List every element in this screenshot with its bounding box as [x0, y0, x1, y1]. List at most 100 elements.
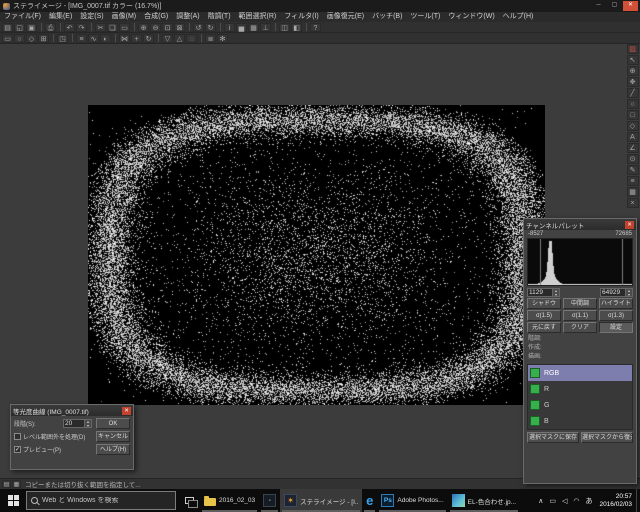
marker-tool-icon[interactable]: ⊙: [627, 154, 639, 164]
pan-tool-icon[interactable]: ✥: [627, 77, 639, 87]
shadow-level-spinner[interactable]: ▴ ▾: [553, 288, 560, 297]
crop-icon[interactable]: ◳: [57, 34, 68, 43]
rotate-right-icon[interactable]: ↻: [205, 23, 216, 32]
shadow-level-input[interactable]: [527, 288, 553, 297]
task-edge[interactable]: e: [362, 489, 377, 512]
spin-down-icon[interactable]: ▾: [553, 293, 559, 297]
spin-down-icon[interactable]: ▾: [85, 424, 91, 428]
channel-color-swatch[interactable]: [530, 384, 540, 394]
select-rect-icon[interactable]: ▭: [2, 34, 13, 43]
copy-icon[interactable]: ❏: [107, 23, 118, 32]
align-icon[interactable]: +: [131, 34, 142, 43]
task-view-button[interactable]: [178, 489, 200, 512]
pointer-tool-icon[interactable]: ↖: [627, 55, 639, 65]
menu-tools[interactable]: ツール(T): [406, 12, 444, 22]
task-photoshop[interactable]: Ps Adobe Photos...: [377, 489, 447, 512]
ok-button[interactable]: OK: [96, 418, 130, 429]
highlight-level-input[interactable]: [600, 288, 626, 297]
cut-icon[interactable]: ✂: [95, 23, 106, 32]
settings-tab-button[interactable]: 設定: [599, 322, 633, 333]
channel-palette-titlebar[interactable]: チャンネルパレット ✕: [524, 219, 636, 230]
channel-row-r[interactable]: R: [528, 381, 632, 397]
palette-toggle-icon[interactable]: ▨: [627, 44, 639, 54]
composite-icon[interactable]: ⋈: [119, 34, 130, 43]
menu-filter[interactable]: フィルタ(I): [280, 12, 322, 22]
revert-button[interactable]: 元に戻す: [527, 322, 561, 333]
zoom-tool-icon[interactable]: ⊕: [627, 66, 639, 76]
clear-button[interactable]: クリア: [563, 322, 597, 333]
blur-icon[interactable]: ◌: [186, 34, 197, 43]
channel-row-b[interactable]: B: [528, 413, 632, 429]
rect-tool-icon[interactable]: □: [627, 110, 639, 120]
select-ellipse-icon[interactable]: ○: [14, 34, 25, 43]
highlight-level-spinner[interactable]: ▴ ▾: [626, 288, 633, 297]
selection-info-icon[interactable]: ▦: [12, 480, 21, 488]
select-all-icon[interactable]: ⊞: [38, 34, 49, 43]
volume-icon[interactable]: ◁: [559, 497, 570, 505]
highlight-button[interactable]: ハイライト: [599, 298, 633, 309]
rotate-icon[interactable]: ↻: [143, 34, 154, 43]
help-button[interactable]: ヘルプ(H): [96, 444, 130, 455]
paste-icon[interactable]: ▭: [119, 23, 130, 32]
line-tool-icon[interactable]: ╱: [627, 88, 639, 98]
rotate-left-icon[interactable]: ↺: [193, 23, 204, 32]
task-explorer[interactable]: 2016_02_03: [200, 489, 259, 512]
open-file-icon[interactable]: ◱: [14, 23, 25, 32]
menu-image[interactable]: 画像(M): [108, 12, 141, 22]
zoom-in-icon[interactable]: ⊕: [138, 23, 149, 32]
clipboard-icon[interactable]: ▤: [2, 480, 11, 488]
midtone-button[interactable]: 中間調: [563, 298, 597, 309]
sigma-1-1-button[interactable]: σ(1.1): [563, 310, 597, 321]
restore-from-mask-button[interactable]: 選択マスクから復元: [581, 432, 633, 443]
task-image-viewer[interactable]: ▪: [259, 489, 280, 512]
redo-icon[interactable]: ↷: [76, 23, 87, 32]
sigma-1-3-button[interactable]: σ(1.3): [599, 310, 633, 321]
close-tool-icon[interactable]: ×: [627, 198, 639, 208]
maximize-icon[interactable]: ▢: [607, 1, 622, 11]
tray-expand-icon[interactable]: ∧: [535, 497, 546, 505]
help-icon[interactable]: ?: [310, 23, 321, 32]
taskbar-clock[interactable]: 20:57 2016/02/03: [595, 493, 636, 509]
zoom-100-icon[interactable]: ⊠: [174, 23, 185, 32]
cancel-button[interactable]: キャンセル: [96, 431, 130, 442]
diamond-tool-icon[interactable]: ◇: [627, 121, 639, 131]
menu-file[interactable]: ファイル(F): [0, 12, 45, 22]
circle-tool-icon[interactable]: ○: [627, 99, 639, 109]
tool-palette-toggle-icon[interactable]: ◧: [291, 23, 302, 32]
isophote-dialog-close-icon[interactable]: ✕: [122, 407, 131, 415]
filter-icon[interactable]: ▽: [162, 34, 173, 43]
ruler-icon[interactable]: ⊥: [260, 23, 271, 32]
menu-settings[interactable]: 設定(S): [76, 12, 107, 22]
channel-color-swatch[interactable]: [530, 416, 540, 426]
menu-help[interactable]: ヘルプ(H): [499, 12, 538, 22]
menu-batch[interactable]: バッチ(B): [368, 12, 406, 22]
channel-palette-toggle-icon[interactable]: ◫: [279, 23, 290, 32]
undo-icon[interactable]: ↶: [64, 23, 75, 32]
batch-process-icon[interactable]: ≣: [205, 34, 216, 43]
menu-selection[interactable]: 範囲選択(R): [235, 12, 281, 22]
channel-palette-close-icon[interactable]: ✕: [625, 221, 634, 229]
menu-window[interactable]: ウィンドウ(W): [444, 12, 498, 22]
preview-checkbox[interactable]: ✓: [14, 446, 21, 453]
network-icon[interactable]: ◠: [570, 497, 582, 505]
task-stellaimage[interactable]: ✶ ステライメージ - [I...: [280, 489, 362, 512]
pencil-tool-icon[interactable]: ✎: [627, 165, 639, 175]
spin-down-icon[interactable]: ▾: [626, 293, 632, 297]
close-icon[interactable]: ✕: [623, 1, 638, 11]
sharpen-icon[interactable]: △: [174, 34, 185, 43]
menu-tone[interactable]: 階調(T): [204, 12, 235, 22]
image-info-icon[interactable]: i: [224, 23, 235, 32]
taskbar-search[interactable]: [26, 491, 176, 510]
show-desktop-button[interactable]: [636, 489, 640, 512]
new-file-icon[interactable]: ▤: [2, 23, 13, 32]
zoom-out-icon[interactable]: ⊖: [150, 23, 161, 32]
start-button[interactable]: [0, 489, 26, 512]
histogram-icon[interactable]: ▅: [236, 23, 247, 32]
menu-restore[interactable]: 画像復元(E): [323, 12, 368, 22]
menu-adjust[interactable]: 調整(A): [172, 12, 203, 22]
grid-icon[interactable]: ▦: [248, 23, 259, 32]
app-titlebar[interactable]: ステライメージ - [IMG_0007.tif カラー (16.7%)] ─ ▢…: [0, 0, 640, 12]
grid-tool-icon[interactable]: ▦: [627, 187, 639, 197]
search-input[interactable]: [42, 497, 171, 504]
zoom-fit-icon[interactable]: ⊡: [162, 23, 173, 32]
